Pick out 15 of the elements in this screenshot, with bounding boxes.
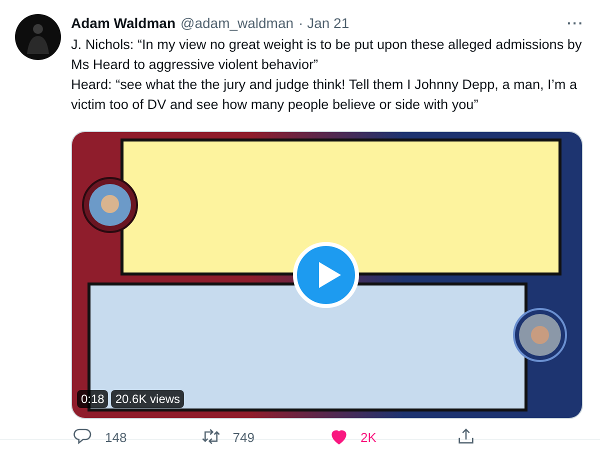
author-handle[interactable]: @adam_waldman: [180, 14, 294, 32]
avatar[interactable]: [15, 14, 61, 60]
view-count: 20.6K views: [111, 390, 184, 408]
play-button[interactable]: [293, 242, 359, 308]
tweet-date[interactable]: · Jan 21: [298, 14, 350, 32]
more-button[interactable]: ···: [567, 14, 584, 32]
video-duration: 0:18: [77, 390, 108, 408]
tweet-text: J. Nichols: “In my view no great weight is to be put upon these alleged admissions by Ms Heard to aggressive violent behavior”: [71, 36, 583, 74]
retweet-icon[interactable]: [200, 427, 221, 447]
action-count: 749: [232, 430, 254, 444]
author-name[interactable]: Adam Waldman: [71, 14, 176, 32]
tweet-text: Heard: “see what the the jury and judge think! Tell them I Johnny Depp, a man, I’m a victim too of DV and see how many people believe or side with you”: [71, 76, 578, 114]
reply-icon[interactable]: [73, 427, 93, 447]
action-count: 2K: [360, 430, 376, 444]
action-count: 148: [105, 430, 127, 444]
